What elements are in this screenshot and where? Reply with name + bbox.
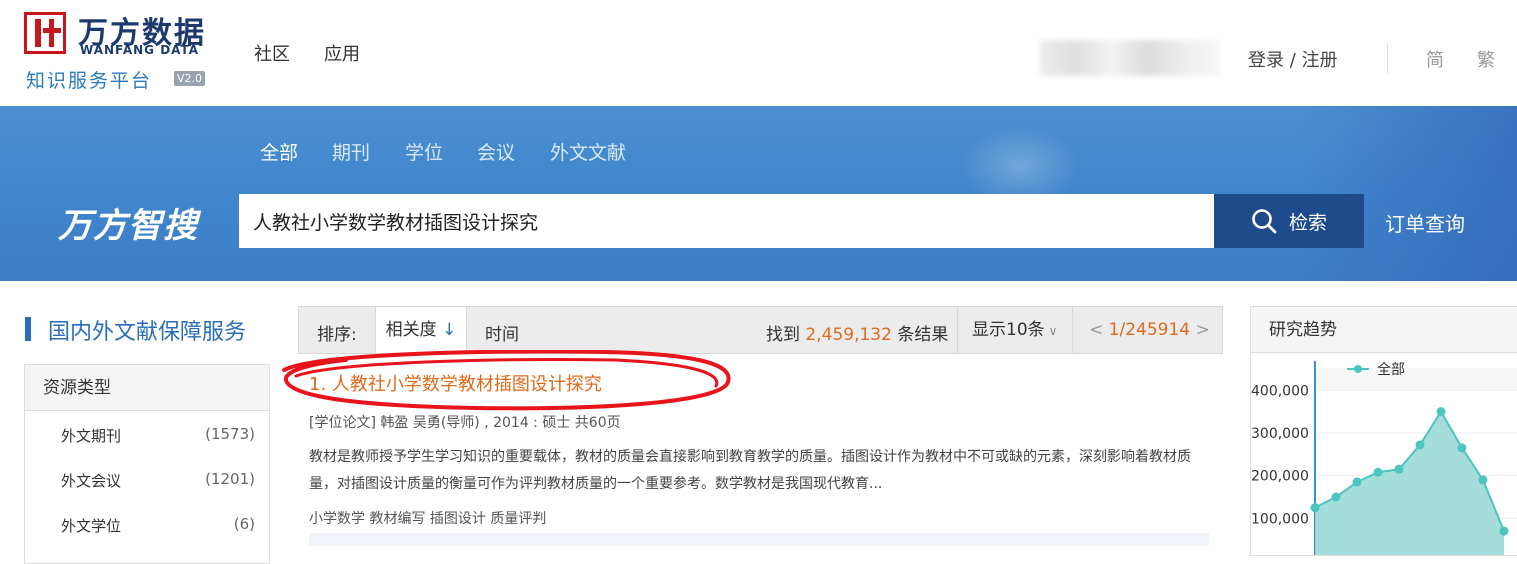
- sort-time-button[interactable]: 时间: [485, 320, 519, 345]
- sidebar-title[interactable]: 国内外文献保障服务: [48, 314, 246, 346]
- legend-marker: [1354, 365, 1362, 373]
- sort-bar: 排序: 相关度 ↓ 时间 找到 2,459,132 条结果 显示10条 ∨ < 1…: [298, 306, 1223, 354]
- search-input[interactable]: [239, 194, 1214, 248]
- resource-type-panel: 资源类型 外文期刊 (1573) 外文会议 (1201) 外文学位 (6): [24, 364, 270, 564]
- research-trend-panel: 研究趋势 100,000 200,000 300,000 400,000 全部: [1250, 306, 1517, 556]
- sidebar-title-accent: [25, 317, 31, 341]
- result-abstract: 教材是教师授予学生学习知识的重要载体，教材的质量会直接影响到教育教学的质量。插图…: [309, 449, 1191, 492]
- arrow-down-icon: ↓: [442, 320, 457, 340]
- y-tick-label: 300,000: [1251, 426, 1309, 442]
- sidebar-item-foreign-conferences[interactable]: 外文会议: [61, 470, 121, 491]
- order-query-link[interactable]: 订单查询: [1385, 208, 1465, 237]
- tab-journals[interactable]: 期刊: [332, 138, 370, 165]
- trend-point: [1436, 407, 1446, 417]
- nav-community[interactable]: 社区: [254, 40, 290, 66]
- trend-point: [1373, 467, 1383, 477]
- trend-point: [1310, 503, 1320, 513]
- y-tick-label: 400,000: [1251, 383, 1309, 399]
- sidebar-item-count: (6): [233, 515, 255, 533]
- sidebar-item-count: (1201): [205, 470, 255, 488]
- trend-point: [1394, 464, 1404, 474]
- top-bar: 万方数据 WANFANG DATA 知识服务平台 V2.0 社区 应用 登录 /…: [0, 0, 1517, 106]
- wanfang-logo-icon[interactable]: [24, 12, 66, 54]
- legend-label: 全部: [1377, 361, 1405, 378]
- platform-name: 知识服务平台: [26, 70, 153, 92]
- y-tick-label: 200,000: [1251, 469, 1309, 485]
- logo-subtext: WANFANG DATA: [80, 43, 200, 57]
- search-icon: [1252, 209, 1277, 234]
- search-button[interactable]: 检索: [1214, 194, 1364, 248]
- sidebar-item-count: (1573): [205, 425, 255, 443]
- tab-all[interactable]: 全部: [260, 138, 298, 165]
- search-banner: 全部 期刊 学位 会议 外文文献 万方智搜 检索 订单查询: [0, 106, 1517, 281]
- version-badge: V2.0: [174, 71, 206, 86]
- lang-traditional[interactable]: 繁: [1477, 46, 1495, 72]
- page-size-select[interactable]: 显示10条 ∨: [957, 307, 1073, 353]
- brand-logo: 万方智搜: [58, 206, 198, 246]
- sort-label: 排序:: [317, 325, 357, 345]
- trend-point: [1331, 492, 1341, 502]
- chevron-down-icon: ∨: [1048, 324, 1058, 338]
- login-register-link[interactable]: 登录 / 注册: [1248, 46, 1338, 72]
- trend-point: [1352, 477, 1362, 487]
- result-index: 1.: [309, 374, 327, 395]
- result-title: 人教社小学数学教材插图设计探究: [331, 374, 602, 395]
- research-trend-chart[interactable]: 100,000 200,000 300,000 400,000 全部: [1251, 353, 1517, 555]
- result-title-link[interactable]: 1. 人教社小学数学教材插图设计探究: [309, 370, 602, 396]
- sidebar-item-foreign-degrees[interactable]: 外文学位: [61, 515, 121, 536]
- pager: < 1/245914 >: [1089, 320, 1210, 340]
- result-keywords[interactable]: 小学数学 教材编写 插图设计 质量评判: [309, 508, 546, 528]
- trend-point: [1415, 440, 1425, 450]
- resource-type-heading: 资源类型: [25, 365, 269, 411]
- tab-degrees[interactable]: 学位: [405, 138, 443, 165]
- blurred-region: [1040, 40, 1220, 76]
- grid-band: [1315, 368, 1517, 391]
- sort-relevance-label: 相关度: [385, 320, 437, 340]
- result-count: 找到 2,459,132 条结果: [766, 325, 949, 345]
- result-count-number: 2,459,132: [805, 325, 892, 345]
- trend-point: [1499, 526, 1509, 536]
- trend-point: [1478, 475, 1488, 485]
- pager-next-button[interactable]: >: [1196, 320, 1210, 340]
- pager-current: 1: [1108, 320, 1120, 340]
- search-button-label: 检索: [1288, 211, 1327, 234]
- research-trend-title: 研究趋势: [1251, 307, 1517, 353]
- nav-apps[interactable]: 应用: [324, 40, 360, 66]
- pager-prev-button[interactable]: <: [1089, 320, 1103, 340]
- result-meta: [学位论文] 韩盈 吴勇(导师) , 2014 : 硕士 共60页: [309, 415, 621, 431]
- pager-total: /245914: [1119, 320, 1191, 340]
- sidebar-item-foreign-journals[interactable]: 外文期刊: [61, 425, 121, 446]
- divider: [1387, 44, 1388, 74]
- sort-relevance-button[interactable]: 相关度 ↓: [375, 307, 467, 353]
- trend-point: [1457, 443, 1467, 453]
- tab-conferences[interactable]: 会议: [477, 138, 515, 165]
- tab-foreign-literature[interactable]: 外文文献: [550, 138, 626, 165]
- lang-simplified[interactable]: 简: [1426, 46, 1444, 72]
- result-action-bar: [309, 533, 1209, 546]
- y-tick-label: 100,000: [1251, 511, 1309, 527]
